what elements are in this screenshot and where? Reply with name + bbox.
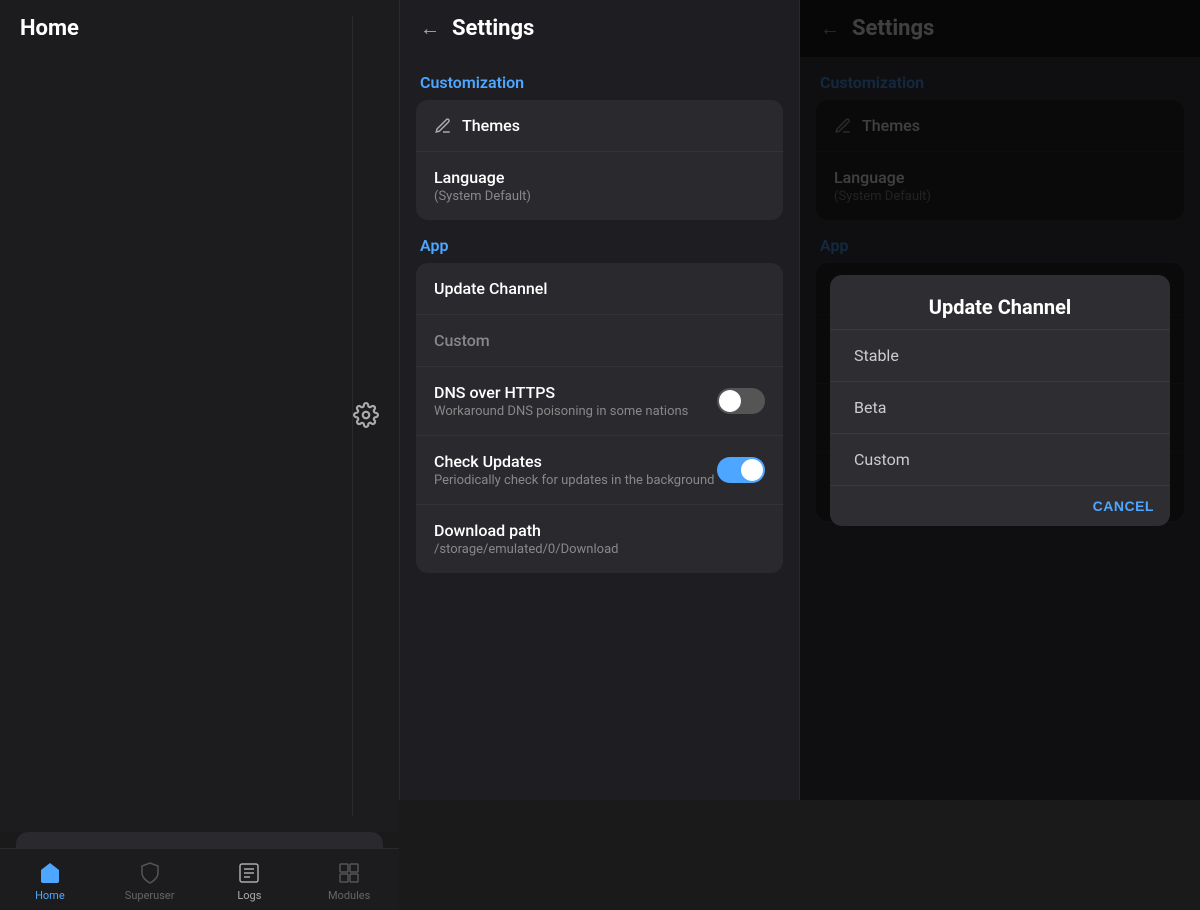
pencil-icon: [434, 117, 452, 135]
dns-text: DNS over HTTPS Workaround DNS poisoning …: [434, 383, 688, 419]
panel-settings: ← Settings Customization Themes Language…: [400, 0, 800, 800]
nav-superuser-label: Superuser: [125, 889, 175, 902]
home-nav-icon: [38, 861, 62, 885]
nav-modules[interactable]: Modules: [299, 857, 399, 906]
app-section-label: App: [416, 236, 783, 255]
dialog-title: Update Channel: [830, 275, 1170, 329]
update-channel-item[interactable]: Update Channel: [416, 263, 783, 315]
dialog-option-stable[interactable]: Stable: [830, 329, 1170, 381]
settings-back-button[interactable]: ←: [420, 16, 440, 41]
modules-nav-icon: [337, 861, 361, 885]
dns-subtitle: Workaround DNS poisoning in some nations: [434, 404, 688, 419]
custom-title: Custom: [434, 331, 765, 350]
themes-label: Themes: [462, 116, 520, 135]
language-subtitle: (System Default): [434, 189, 765, 204]
settings-title: Settings: [452, 16, 534, 41]
check-updates-subtitle: Periodically check for updates in the ba…: [434, 473, 714, 488]
nav-modules-label: Modules: [328, 889, 370, 902]
nav-logs-label: Logs: [237, 889, 261, 902]
dns-toggle-knob: [719, 390, 741, 412]
themes-title-row: Themes: [434, 116, 765, 135]
check-updates-toggle-knob: [741, 459, 763, 481]
nav-logs[interactable]: Logs: [200, 857, 300, 906]
superuser-nav-icon: [138, 861, 162, 885]
magisk-card: Magisk Install Installed N/A Zygisk No R…: [16, 832, 383, 848]
nav-home[interactable]: Home: [0, 857, 100, 906]
dialog-actions: CANCEL: [830, 485, 1170, 526]
dialog-cancel-button[interactable]: CANCEL: [1093, 498, 1154, 514]
panel-home: Home Magisk: [0, 0, 400, 800]
panel-settings-dialog: ← Settings Customization Themes Language: [800, 0, 1200, 800]
home-title: Home: [20, 16, 353, 816]
download-path-title: Download path: [434, 521, 765, 540]
check-updates-toggle[interactable]: [717, 457, 765, 483]
check-updates-row: Check Updates Periodically check for upd…: [434, 452, 765, 488]
themes-item[interactable]: Themes: [416, 100, 783, 152]
download-path-subtitle: /storage/emulated/0/Download: [434, 542, 765, 557]
dialog-option-custom[interactable]: Custom: [830, 433, 1170, 485]
settings-content: Customization Themes Language (System De…: [400, 57, 799, 800]
language-title: Language: [434, 168, 765, 187]
settings-top-bar: ← Settings: [400, 0, 799, 57]
nav-superuser[interactable]: Superuser: [100, 857, 200, 906]
check-updates-item[interactable]: Check Updates Periodically check for upd…: [416, 436, 783, 505]
check-updates-text: Check Updates Periodically check for upd…: [434, 452, 714, 488]
dns-row: DNS over HTTPS Workaround DNS poisoning …: [434, 383, 765, 419]
nav-home-label: Home: [35, 889, 65, 902]
update-channel-dialog: Update Channel Stable Beta Custom CANCEL: [830, 275, 1170, 526]
home-content: Magisk Install Installed N/A Zygisk No R…: [0, 832, 399, 848]
home-top-bar: Home: [0, 0, 399, 832]
dns-item[interactable]: DNS over HTTPS Workaround DNS poisoning …: [416, 367, 783, 436]
check-updates-title: Check Updates: [434, 452, 714, 471]
customization-card: Themes Language (System Default): [416, 100, 783, 220]
dialog-overlay: Update Channel Stable Beta Custom CANCEL: [800, 0, 1200, 800]
gear-icon: [353, 402, 379, 428]
download-path-item[interactable]: Download path /storage/emulated/0/Downlo…: [416, 505, 783, 573]
bottom-nav: Home Superuser Logs Modules: [0, 848, 399, 910]
logs-nav-icon: [237, 861, 261, 885]
settings-gear-button[interactable]: [353, 402, 379, 431]
dns-toggle[interactable]: [717, 388, 765, 414]
customization-section-label: Customization: [416, 73, 783, 92]
update-channel-title: Update Channel: [434, 279, 765, 298]
dns-title: DNS over HTTPS: [434, 383, 688, 402]
custom-item[interactable]: Custom: [416, 315, 783, 367]
app-settings-card: Update Channel Custom DNS over HTTPS Wor…: [416, 263, 783, 573]
dialog-option-beta[interactable]: Beta: [830, 381, 1170, 433]
language-item[interactable]: Language (System Default): [416, 152, 783, 220]
